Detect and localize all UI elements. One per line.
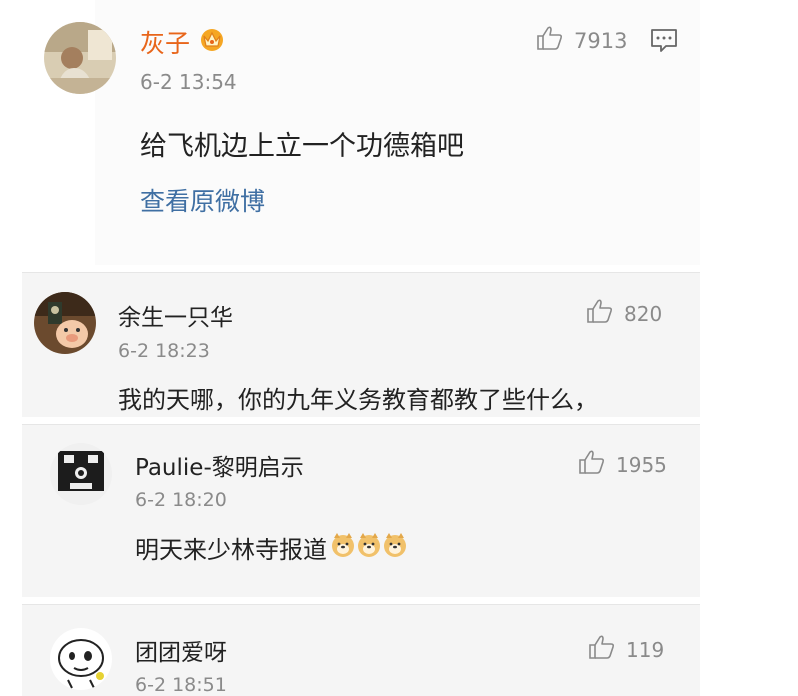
- main-post-username[interactable]: 灰子: [140, 24, 190, 60]
- comment-timestamp: 6-2 18:23: [118, 340, 210, 362]
- main-post-content: 给飞机边上立一个功德箱吧: [140, 131, 464, 162]
- like-count: 119: [626, 637, 665, 662]
- thumbs-up-icon: [578, 449, 606, 480]
- main-post-timestamp: 6-2 13:54: [140, 70, 237, 94]
- thumbs-up-icon: [586, 298, 614, 329]
- comment-username[interactable]: 团团爱呀: [135, 633, 227, 667]
- view-original-link[interactable]: 查看原微博: [140, 182, 265, 218]
- like-count: 1955: [616, 452, 667, 477]
- comment-timestamp: 6-2 18:51: [135, 674, 227, 696]
- comment-content: 我的天哪，你的九年义务教育都教了些什么，: [118, 386, 598, 414]
- doge-emoji-icon: [330, 532, 356, 564]
- thumbs-up-icon: [588, 634, 616, 665]
- comment-username[interactable]: 余生一只华: [118, 298, 233, 332]
- comment-avatar[interactable]: [50, 443, 112, 505]
- main-post-avatar[interactable]: [44, 22, 116, 94]
- like-count: 7913: [574, 28, 628, 53]
- comment-avatar[interactable]: [50, 628, 112, 690]
- comment-like-button[interactable]: 820: [586, 298, 662, 329]
- main-post-like-button[interactable]: 7913: [536, 25, 627, 56]
- comment-username[interactable]: Paulie-黎明启示: [135, 448, 304, 482]
- comment-text: 明天来少林寺报道: [135, 536, 327, 564]
- comment-like-button[interactable]: 119: [588, 634, 664, 665]
- like-count: 820: [624, 301, 663, 326]
- comment-icon[interactable]: [650, 28, 678, 54]
- crown-badge-icon: [198, 26, 226, 52]
- comment-timestamp: 6-2 18:20: [135, 489, 227, 511]
- comment-content: 明天来少林寺报道: [135, 530, 408, 565]
- doge-emoji-icon: [382, 532, 408, 564]
- comment-avatar[interactable]: [34, 292, 96, 354]
- doge-emoji-icon: [356, 532, 382, 564]
- comment-like-button[interactable]: 1955: [578, 449, 667, 480]
- thumbs-up-icon: [536, 25, 564, 56]
